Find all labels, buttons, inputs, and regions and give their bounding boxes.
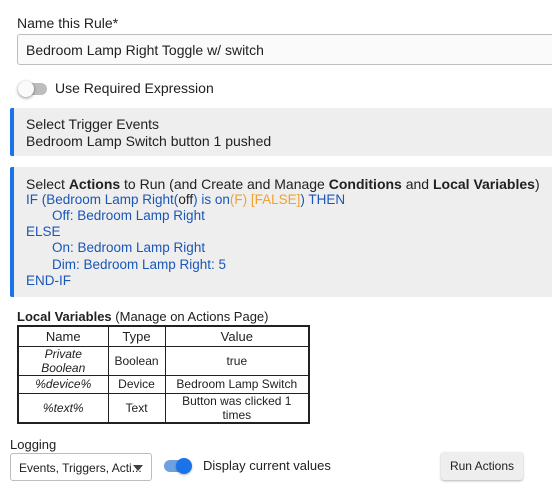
- chevron-down-icon: [133, 465, 143, 471]
- run-actions-button[interactable]: Run Actions: [441, 452, 523, 480]
- if-off-state: off: [178, 192, 194, 207]
- local-variables-title: Local Variables: [17, 309, 112, 324]
- logging-selected-value: Events, Triggers, Acti...: [19, 461, 142, 475]
- table-row: %device% Device Bedroom Lamp Switch: [17, 374, 310, 394]
- table-row: Private Boolean Boolean true: [17, 345, 310, 376]
- variable-type: Device: [107, 374, 166, 394]
- local-variables-table: Name Type Value Private Boolean Boolean …: [17, 325, 311, 424]
- actions-panel[interactable]: Select Actions to Run (and Create and Ma…: [10, 167, 552, 297]
- variable-name: %device%: [17, 374, 109, 394]
- trigger-events-panel[interactable]: Select Trigger Events Bedroom Lamp Switc…: [10, 108, 552, 156]
- column-header-value: Value: [164, 325, 310, 347]
- variable-type: Boolean: [107, 345, 166, 376]
- actions-title-bold-local-variables: Local Variables: [432, 176, 535, 192]
- actions-title-text: and: [401, 176, 433, 192]
- trigger-event-item: Bedroom Lamp Switch button 1 pushed: [26, 133, 272, 149]
- logging-select[interactable]: Events, Triggers, Acti...: [10, 453, 152, 481]
- action-if-line: IF (Bedroom Lamp Right(off) is on(F) [FA…: [26, 192, 345, 208]
- variable-value: Bedroom Lamp Switch: [164, 374, 310, 394]
- local-variables-subtitle: (Manage on Actions Page): [111, 309, 269, 324]
- local-variables-heading: Local Variables (Manage on Actions Page): [17, 309, 269, 324]
- variable-name: %text%: [17, 392, 109, 423]
- trigger-events-title: Select Trigger Events: [26, 116, 160, 132]
- if-eval-flag: (F): [229, 192, 248, 207]
- if-eval-result: [FALSE]: [247, 192, 301, 207]
- variable-value: Button was clicked 1 times: [164, 392, 310, 423]
- action-off-line: Off: Bedroom Lamp Right: [52, 208, 205, 223]
- column-header-name: Name: [17, 325, 109, 347]
- logging-label: Logging: [10, 437, 57, 452]
- action-on-line: On: Bedroom Lamp Right: [52, 240, 206, 255]
- actions-title-text: ): [534, 176, 540, 192]
- actions-title-text: Select: [26, 176, 69, 192]
- if-text: ) is on: [193, 192, 230, 207]
- column-header-type: Type: [107, 325, 166, 347]
- if-text: ) THEN: [300, 192, 346, 207]
- actions-title-bold-actions: Actions: [68, 176, 121, 192]
- action-dim-line: Dim: Bedroom Lamp Right: 5: [52, 257, 227, 272]
- required-expression-label: Use Required Expression: [55, 80, 214, 96]
- rule-name-label: Name this Rule*: [17, 15, 119, 31]
- rule-name-input[interactable]: Bedroom Lamp Right Toggle w/ switch: [17, 34, 552, 65]
- table-row: %text% Text Button was clicked 1 times: [17, 392, 310, 423]
- actions-title: Select Actions to Run (and Create and Ma…: [26, 176, 540, 192]
- actions-title-bold-conditions: Conditions: [328, 176, 402, 192]
- action-endif-line: END-IF: [26, 273, 71, 288]
- variable-name: Private Boolean: [17, 345, 109, 376]
- display-current-values-label: Display current values: [203, 458, 331, 473]
- if-text: IF (Bedroom Lamp Right(: [26, 192, 179, 207]
- toggle-knob: [176, 458, 192, 474]
- table-header-row: Name Type Value: [17, 325, 310, 347]
- action-else-line: ELSE: [26, 224, 61, 239]
- actions-title-text: to Run (and Create and Manage: [120, 176, 329, 192]
- display-current-values-toggle[interactable]: [164, 457, 192, 475]
- required-expression-toggle[interactable]: [18, 80, 48, 98]
- variable-type: Text: [107, 392, 166, 423]
- toggle-knob: [18, 81, 34, 97]
- variable-value: true: [164, 345, 310, 376]
